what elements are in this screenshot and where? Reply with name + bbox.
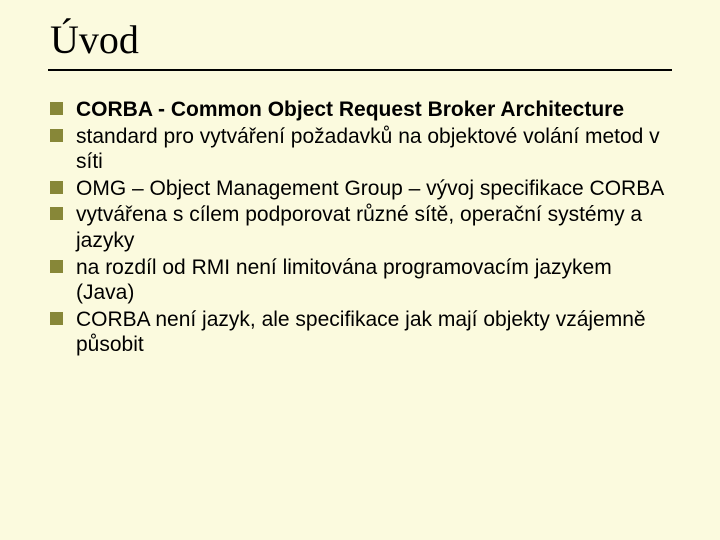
list-item: na rozdíl od RMI není limitována program… xyxy=(50,255,672,306)
square-bullet-icon xyxy=(50,102,63,115)
bullet-text: vytvářena s cílem podporovat různé sítě,… xyxy=(76,203,642,252)
slide-title: Úvod xyxy=(48,12,672,63)
square-bullet-icon xyxy=(50,129,63,142)
bullet-text: na rozdíl od RMI není limitována program… xyxy=(76,256,612,305)
square-bullet-icon xyxy=(50,260,63,273)
bullet-bold: CORBA - Common Object Request Broker Arc… xyxy=(76,98,624,121)
list-item: OMG – Object Management Group – vývoj sp… xyxy=(50,176,672,202)
list-item: CORBA - Common Object Request Broker Arc… xyxy=(50,97,672,123)
list-item: CORBA není jazyk, ale specifikace jak ma… xyxy=(50,307,672,358)
square-bullet-icon xyxy=(50,312,63,325)
bullet-text: CORBA není jazyk, ale specifikace jak ma… xyxy=(76,308,646,357)
title-wrap: Úvod xyxy=(48,12,672,71)
list-item: standard pro vytváření požadavků na obje… xyxy=(50,124,672,175)
bullet-list: CORBA - Common Object Request Broker Arc… xyxy=(48,97,672,358)
bullet-text: OMG – Object Management Group – vývoj sp… xyxy=(76,177,664,200)
square-bullet-icon xyxy=(50,207,63,220)
square-bullet-icon xyxy=(50,181,63,194)
slide: Úvod CORBA - Common Object Request Broke… xyxy=(0,0,720,540)
list-item: vytvářena s cílem podporovat různé sítě,… xyxy=(50,202,672,253)
bullet-text: standard pro vytváření požadavků na obje… xyxy=(76,125,660,174)
